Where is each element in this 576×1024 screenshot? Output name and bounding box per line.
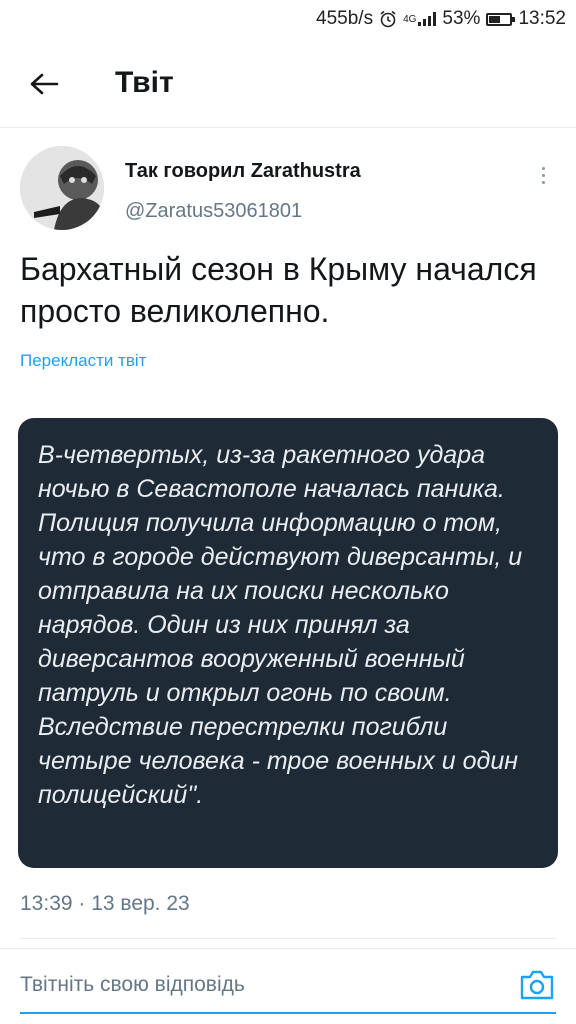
camera-icon (520, 970, 554, 1000)
reply-input[interactable]: Твітніть свою відповідь (20, 949, 490, 1021)
network-speed: 455b/s (316, 8, 374, 29)
back-button[interactable] (22, 62, 66, 106)
translate-tweet-link[interactable]: Перекласти твіт (20, 351, 146, 371)
page-title: Твіт (115, 66, 174, 99)
top-app-bar: Твіт (0, 40, 576, 128)
reply-input-underline (20, 1012, 556, 1014)
avatar[interactable] (20, 146, 104, 230)
avatar-image (20, 146, 104, 230)
more-options-button[interactable] (530, 160, 556, 190)
alarm-clock-icon (380, 10, 396, 28)
media-text: В-четвертых, из-за ракетного удара ночью… (38, 441, 523, 809)
status-time: 13:52 (518, 8, 566, 29)
battery-icon (486, 12, 516, 26)
more-vertical-icon (541, 166, 545, 170)
tweet-media-image[interactable]: В-четвертых, из-за ракетного удара ночью… (18, 418, 558, 868)
signal-bars-icon (418, 12, 437, 26)
arrow-left-icon (30, 73, 59, 95)
divider (20, 938, 556, 939)
author-handle[interactable]: @Zaratus53061801 (125, 200, 302, 223)
tweet-timestamp[interactable]: 13:39 · 13 вер. 23 (20, 892, 190, 916)
network-type: 4G (403, 13, 417, 25)
camera-button[interactable] (519, 969, 555, 1001)
tweet-text: Бархатный сезон в Крыму начался просто в… (20, 251, 537, 329)
battery-percent: 53% (442, 8, 481, 29)
status-bar: 455b/s 4G 53% 13:52 (0, 0, 576, 40)
author-name[interactable]: Так говорил Zarathustra (125, 160, 361, 183)
